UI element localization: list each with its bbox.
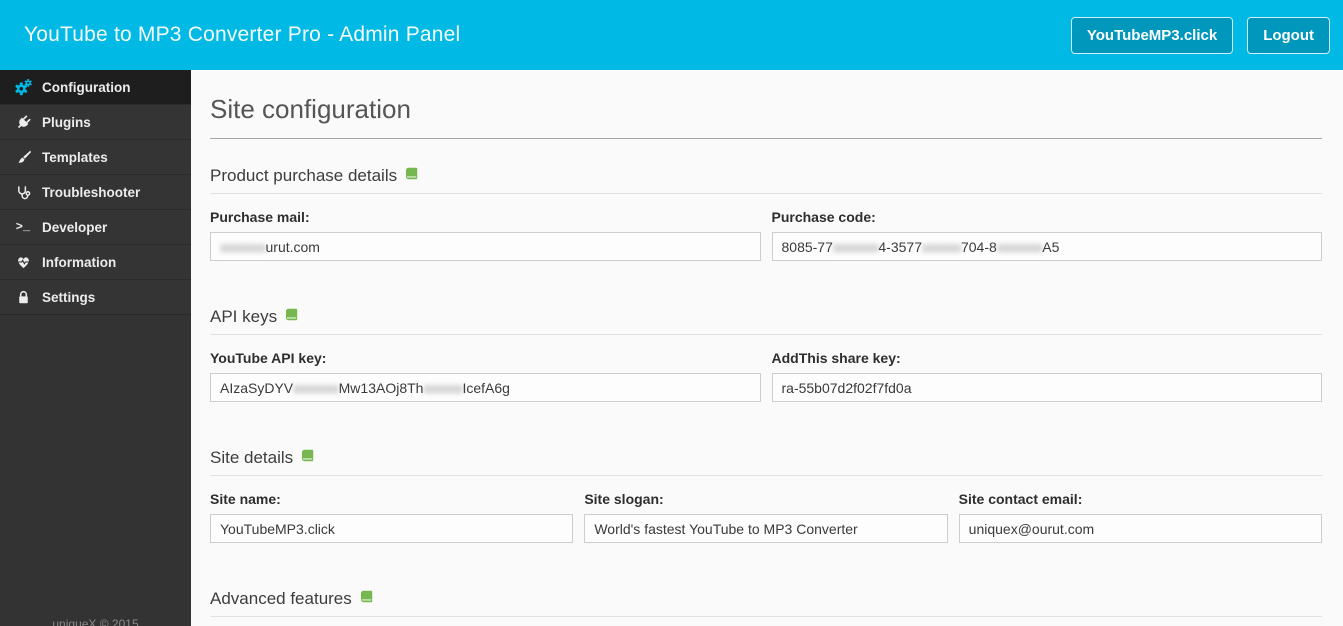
youtube-api-key-field: YouTube API key: AIzaSyDYV xxxxxxx Mw13AOj… (210, 350, 761, 402)
sidebar-item-developer[interactable]: >_ Developer (0, 210, 191, 245)
sidebar-item-configuration[interactable]: Configuration (0, 70, 191, 105)
plug-icon (14, 114, 32, 130)
book-icon (300, 448, 315, 468)
page-title: Site configuration (210, 94, 411, 124)
title-divider (210, 138, 1322, 139)
field-label: AddThis share key: (771, 350, 901, 366)
sidebar-item-label: Configuration (42, 79, 131, 95)
section-divider (210, 475, 1322, 476)
section-api-keys: API keys YouTube API key: AIzaSyDYV xxxxx… (210, 307, 1322, 402)
sidebar-footer-copyright: uniqueX © 2015 (52, 617, 139, 626)
section-advanced-features: Advanced features Default top charts cou… (210, 589, 1322, 626)
section-title: Advanced features (210, 589, 352, 608)
purchase-mail-field: Purchase mail: xxxxxxx urut.com (210, 209, 761, 261)
section-product-purchase-details: Product purchase details Purchase mail: … (210, 166, 1322, 261)
sidebar-item-information[interactable]: Information (0, 245, 191, 280)
sidebar-item-settings[interactable]: Settings (0, 280, 191, 315)
sidebar-item-templates[interactable]: Templates (0, 140, 191, 175)
section-site-details: Site details Site name: YouTubeMP3.click… (210, 448, 1322, 543)
app-title: YouTube to MP3 Converter Pro - Admin Pan… (24, 23, 461, 46)
lock-icon (14, 290, 32, 304)
sidebar-item-label: Information (42, 254, 117, 270)
book-icon (359, 589, 374, 609)
site-name-input[interactable]: YouTubeMP3.click (210, 514, 574, 543)
section-title: API keys (210, 307, 278, 326)
section-title: Site details (210, 448, 294, 467)
youtube-api-key-input[interactable]: AIzaSyDYV xxxxxxx Mw13AOj8Th xxxxxx IcefA6g (210, 373, 761, 402)
header-bar: YouTube to MP3 Converter Pro - Admin Pan… (0, 0, 1343, 70)
field-label: Site contact email: (958, 491, 1083, 507)
site-contact-email-input[interactable]: uniquex@ourut.com (958, 514, 1322, 543)
purchase-code-field: Purchase code: 8085-77 xxxxxxx 4-3577 xxxx… (771, 209, 1322, 261)
sidebar-item-troubleshooter[interactable]: Troubleshooter (0, 175, 191, 210)
main-content: Site configuration Product purchase deta… (191, 70, 1343, 626)
sidebar-item-label: Settings (42, 289, 96, 305)
field-label: Purchase code: (771, 209, 876, 225)
addthis-share-key-field: AddThis share key: ra-55b07d2f02f7fd0a (771, 350, 1322, 402)
sidebar-item-label: Templates (42, 149, 108, 165)
book-icon (404, 166, 419, 186)
terminal-icon: >_ (15, 220, 31, 234)
site-contact-email-field: Site contact email: uniquex@ourut.com (958, 491, 1322, 543)
sidebar-item-label: Plugins (42, 114, 91, 130)
section-title: Product purchase details (210, 166, 398, 185)
field-label: Site slogan: (584, 491, 664, 507)
stethoscope-icon (14, 185, 32, 200)
site-slogan-input[interactable]: World's fastest YouTube to MP3 Converter (584, 514, 948, 543)
field-label: Site name: (210, 491, 281, 507)
sidebar-item-plugins[interactable]: Plugins (0, 105, 191, 140)
addthis-share-key-input[interactable]: ra-55b07d2f02f7fd0a (771, 373, 1322, 402)
sidebar-item-label: Developer (42, 219, 108, 235)
purchase-code-input[interactable]: 8085-77 xxxxxxx 4-3577 xxxxxx 704-8 xxxxxxx A… (771, 232, 1322, 261)
field-label: Purchase mail: (210, 209, 310, 225)
book-icon (284, 307, 299, 327)
purchase-mail-input[interactable]: xxxxxxx urut.com (210, 232, 761, 261)
sidebar: Configuration Plugins Templates Troubles… (0, 70, 191, 626)
site-name-field: Site name: YouTubeMP3.click (210, 491, 574, 543)
section-divider (210, 193, 1322, 194)
heartbeat-icon (14, 255, 32, 269)
site-link-button[interactable]: YouTubeMP3.click (1070, 16, 1234, 54)
sidebar-item-label: Troubleshooter (42, 184, 141, 200)
field-label: YouTube API key: (210, 350, 327, 366)
gears-icon (14, 78, 32, 96)
paintbrush-icon (14, 150, 32, 165)
section-divider (210, 334, 1322, 335)
logout-button[interactable]: Logout (1247, 16, 1330, 54)
site-slogan-field: Site slogan: World's fastest YouTube to … (584, 491, 948, 543)
section-divider (210, 616, 1322, 617)
